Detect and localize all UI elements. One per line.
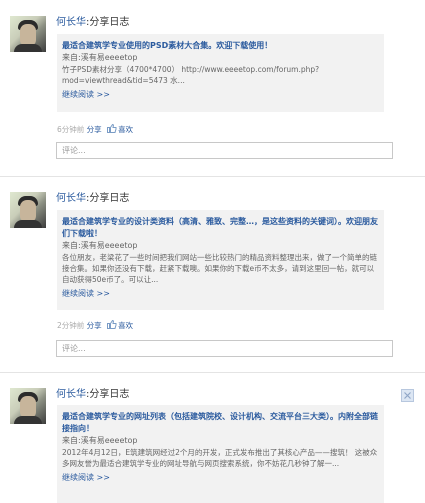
shared-card: 最适合建筑学专业使用的PSD素材大合集。欢迎下载使用！ 来自:溪有易eeeeto… (57, 34, 384, 112)
close-button[interactable] (401, 389, 414, 402)
shared-title[interactable]: 最适合建筑学专业的网址列表（包括建筑院校、设计机构、交流平台三大类）。内附全部链… (62, 411, 380, 435)
share-type: 分享日志 (89, 193, 130, 204)
thumbs-up-icon[interactable] (107, 320, 117, 329)
source-label: 来自: (62, 241, 81, 250)
source-label: 来自: (62, 53, 81, 62)
shared-excerpt: 竹子PSD素材分享（4700*4700） http://www.eeeetop.… (62, 65, 320, 85)
share-button[interactable]: 分享 (87, 321, 102, 330)
share-button[interactable]: 分享 (87, 125, 102, 134)
avatar[interactable] (10, 388, 46, 424)
comment-input[interactable]: 评论... (56, 340, 393, 357)
comment-input[interactable]: 评论... (56, 142, 393, 159)
source-link[interactable]: 溪有易eeeetop (81, 241, 138, 250)
post-header: 何长华:分享日志 (56, 17, 129, 29)
source-line: 来自:溪有易eeeetop (62, 435, 380, 446)
avatar[interactable] (10, 16, 46, 52)
thumbs-up-icon[interactable] (107, 124, 117, 133)
read-more-link[interactable]: 继续阅读 >> (62, 89, 380, 101)
post-header: 何长华:分享日志 (56, 193, 129, 205)
shared-card: 最适合建筑学专业的网址列表（包括建筑院校、设计机构、交流平台三大类）。内附全部链… (57, 405, 384, 503)
shared-title[interactable]: 最适合建筑学专业的设计类资料（高清、雅致、完整…，是这些资料的关键词）。欢迎朋友… (62, 216, 380, 240)
author-link[interactable]: 何长华 (56, 389, 86, 400)
source-label: 来自: (62, 436, 81, 445)
post-divider (0, 176, 425, 177)
source-link[interactable]: 溪有易eeeetop (81, 53, 138, 62)
shared-excerpt: 各位朋友，老梁花了一些时间把我们网站一些比较热门的精品资料整理出来，做了一个简单… (62, 253, 377, 284)
shared-card: 最适合建筑学专业的设计类资料（高清、雅致、完整…，是这些资料的关键词）。欢迎朋友… (57, 210, 384, 310)
post-header: 何长华:分享日志 (56, 389, 129, 401)
shared-excerpt: 2012年4月12日，E筑建筑网经过2个月的开发，正式发布推出了其核心产品——搜… (62, 448, 378, 468)
post-time: 6分钟前 (57, 125, 85, 134)
post-actions: 2分钟前 分享 喜欢 (57, 320, 133, 331)
post-actions: 6分钟前 分享 喜欢 (57, 124, 133, 135)
share-type: 分享日志 (89, 17, 130, 28)
source-line: 来自:溪有易eeeetop (62, 240, 380, 251)
author-link[interactable]: 何长华 (56, 193, 86, 204)
shared-title[interactable]: 最适合建筑学专业使用的PSD素材大合集。欢迎下载使用！ (62, 40, 380, 52)
source-line: 来自:溪有易eeeetop (62, 52, 380, 63)
share-type: 分享日志 (89, 389, 130, 400)
read-more-link[interactable]: 继续阅读 >> (62, 288, 380, 300)
post-divider (0, 372, 425, 373)
close-icon (404, 392, 411, 399)
avatar[interactable] (10, 192, 46, 228)
post-time: 2分钟前 (57, 321, 85, 330)
source-link[interactable]: 溪有易eeeetop (81, 436, 138, 445)
read-more-link[interactable]: 继续阅读 >> (62, 472, 380, 484)
author-link[interactable]: 何长华 (56, 17, 86, 28)
like-button[interactable]: 喜欢 (118, 125, 133, 134)
like-button[interactable]: 喜欢 (118, 321, 133, 330)
